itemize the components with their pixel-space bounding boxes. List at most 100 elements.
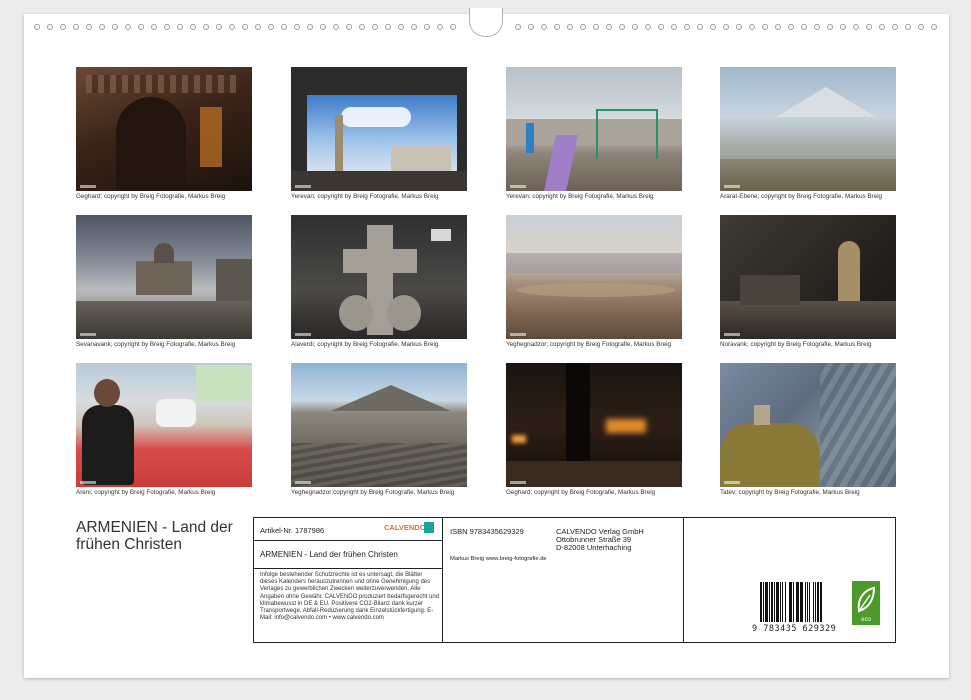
binding-ring xyxy=(853,24,859,30)
binding-ring xyxy=(60,24,66,30)
binding-ring xyxy=(554,24,560,30)
photo-ararat-plain xyxy=(720,67,896,191)
binding-ring xyxy=(385,24,391,30)
binding-ring xyxy=(190,24,196,30)
binding-ring xyxy=(684,24,690,30)
binding-ring xyxy=(73,24,79,30)
binding-ring xyxy=(333,24,339,30)
binding-ring xyxy=(892,24,898,30)
binding-ring xyxy=(528,24,534,30)
binding-ring xyxy=(281,24,287,30)
leaf-icon xyxy=(857,586,876,613)
binding-ring xyxy=(814,24,820,30)
binding-ring xyxy=(437,24,443,30)
photo-yeghegnadzor-hills xyxy=(291,363,467,487)
binding-ring xyxy=(671,24,677,30)
binding-ring xyxy=(125,24,131,30)
binding-ring xyxy=(606,24,612,30)
eco-badge: eco xyxy=(852,581,880,625)
binding-ring xyxy=(879,24,885,30)
hanger-notch xyxy=(469,8,503,37)
binding-ring xyxy=(320,24,326,30)
legal-notice: Infolge bestehender Schutzrechte ist es … xyxy=(260,572,439,622)
photo-yerevan-playground xyxy=(506,67,682,191)
photo-caption: Yeghegnadzor;copyright by Breig Fotograf… xyxy=(291,489,455,496)
binding-ring xyxy=(931,24,937,30)
binding-ring xyxy=(411,24,417,30)
photo-caption: Yerevan; copyright by Breig Fotografie, … xyxy=(291,193,439,200)
binding-ring xyxy=(99,24,105,30)
binding-ring xyxy=(294,24,300,30)
calendar-subtitle: ARMENIEN - Land der frühen Christen xyxy=(260,550,398,559)
photo-caption: Yerevan; copyright by Breig Fotografie, … xyxy=(506,193,654,200)
isbn-barcode xyxy=(760,582,838,622)
author-credit: Markus Breig www.breig-fotografie.de xyxy=(450,556,547,562)
photo-caption: Noravank; copyright by Breig Fotografie,… xyxy=(720,341,872,348)
binding-ring xyxy=(710,24,716,30)
binding-ring xyxy=(177,24,183,30)
binding-ring xyxy=(697,24,703,30)
publisher-info-box: Artikel-Nr. 1787986 CALVENDO ARMENIEN - … xyxy=(253,517,896,643)
binding-ring xyxy=(593,24,599,30)
photo-areni-festival xyxy=(76,363,252,487)
photo-caption: Yeghegnadzor; copyright by Breig Fotogra… xyxy=(506,341,671,348)
binding-ring xyxy=(203,24,209,30)
binding-ring xyxy=(775,24,781,30)
photo-caption: Ararat-Ebene; copyright by Breig Fotogra… xyxy=(720,193,883,200)
binding-ring xyxy=(151,24,157,30)
photo-caption: Areni; copyright by Breig Fotografie, Ma… xyxy=(76,489,216,496)
article-number: Artikel-Nr. 1787986 xyxy=(260,526,325,535)
calvendo-square-icon xyxy=(424,522,434,533)
binding-ring xyxy=(164,24,170,30)
binding-ring xyxy=(359,24,365,30)
binding-ring xyxy=(723,24,729,30)
barcode-bar xyxy=(819,582,822,622)
binding-ring xyxy=(424,24,430,30)
binding-ring xyxy=(840,24,846,30)
photo-caption: Geghard; copyright by Breig Fotografie, … xyxy=(506,489,656,496)
photo-caption: Tatev; copyright by Breig Fotografie, Ma… xyxy=(720,489,860,496)
binding-ring xyxy=(138,24,144,30)
eco-label: eco xyxy=(861,617,871,623)
binding-ring xyxy=(762,24,768,30)
binding-ring xyxy=(229,24,235,30)
binding-ring xyxy=(216,24,222,30)
binding-ring xyxy=(255,24,261,30)
binding-ring xyxy=(658,24,664,30)
binding-ring xyxy=(801,24,807,30)
binding-ring xyxy=(346,24,352,30)
binding-ring xyxy=(567,24,573,30)
binding-ring xyxy=(47,24,53,30)
photo-yeghegnadzor-valley xyxy=(506,215,682,339)
binding-ring xyxy=(307,24,313,30)
binding-ring xyxy=(541,24,547,30)
photo-noravank-interior xyxy=(720,215,896,339)
photo-sevanavank-church xyxy=(76,215,252,339)
binding-ring xyxy=(515,24,521,30)
binding-ring xyxy=(736,24,742,30)
binding-ring xyxy=(450,24,456,30)
barcode-number: 9 783435 629329 xyxy=(752,624,837,634)
isbn: ISBN 9783435629329 xyxy=(450,527,524,536)
binding-ring xyxy=(905,24,911,30)
binding-ring xyxy=(34,24,40,30)
binding-ring xyxy=(372,24,378,30)
calendar-title: ARMENIEN - Land der frühen Christen xyxy=(76,519,233,553)
photo-caption: Alaverdi; copyright by Breig Fotografie,… xyxy=(291,341,439,348)
photo-caption: Geghard; copyright by Breig Fotografie, … xyxy=(76,193,226,200)
calvendo-logo-text: CALVENDO xyxy=(384,523,426,532)
binding-ring xyxy=(866,24,872,30)
photo-tatev-gorge xyxy=(720,363,896,487)
binding-ring xyxy=(619,24,625,30)
binding-ring xyxy=(632,24,638,30)
binding-ring xyxy=(918,24,924,30)
binding-ring xyxy=(788,24,794,30)
binding-ring xyxy=(242,24,248,30)
photo-geghard-portal xyxy=(76,67,252,191)
photo-caption: Sevanavank; copyright by Breig Fotografi… xyxy=(76,341,236,348)
calvendo-logo: CALVENDO xyxy=(384,521,434,535)
binding-ring xyxy=(112,24,118,30)
binding-ring xyxy=(749,24,755,30)
binding-ring xyxy=(398,24,404,30)
binding-ring xyxy=(827,24,833,30)
